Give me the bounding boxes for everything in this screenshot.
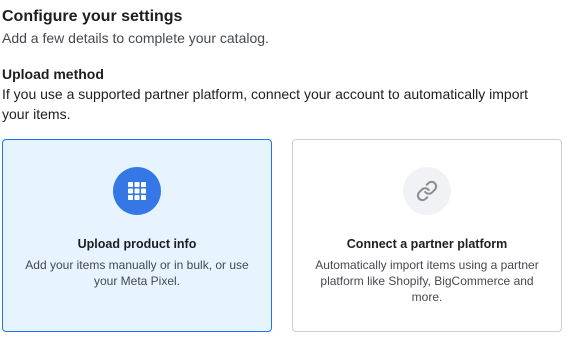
catalog-settings-page: Configure your settings Add a few detail…: [0, 0, 571, 346]
option-title: Upload product info: [77, 237, 197, 251]
link-icon: [416, 180, 438, 202]
grid-icon: [128, 182, 146, 200]
upload-icon-badge: [113, 167, 161, 215]
connect-partner-platform-option[interactable]: Connect a partner platform Automatically…: [292, 139, 562, 332]
upload-method-heading: Upload method: [2, 66, 104, 82]
option-description: Automatically import items using a partn…: [315, 258, 539, 304]
page-subtitle: Add a few details to complete your catal…: [2, 30, 269, 46]
upload-product-info-option[interactable]: Upload product info Add your items manua…: [2, 139, 272, 332]
upload-method-description: If you use a supported partner platform,…: [2, 86, 529, 122]
option-description: Add your items manually or in bulk, or u…: [25, 258, 249, 288]
link-icon-badge: [403, 167, 451, 215]
option-title: Connect a partner platform: [346, 237, 508, 251]
page-title: Configure your settings: [2, 8, 183, 25]
